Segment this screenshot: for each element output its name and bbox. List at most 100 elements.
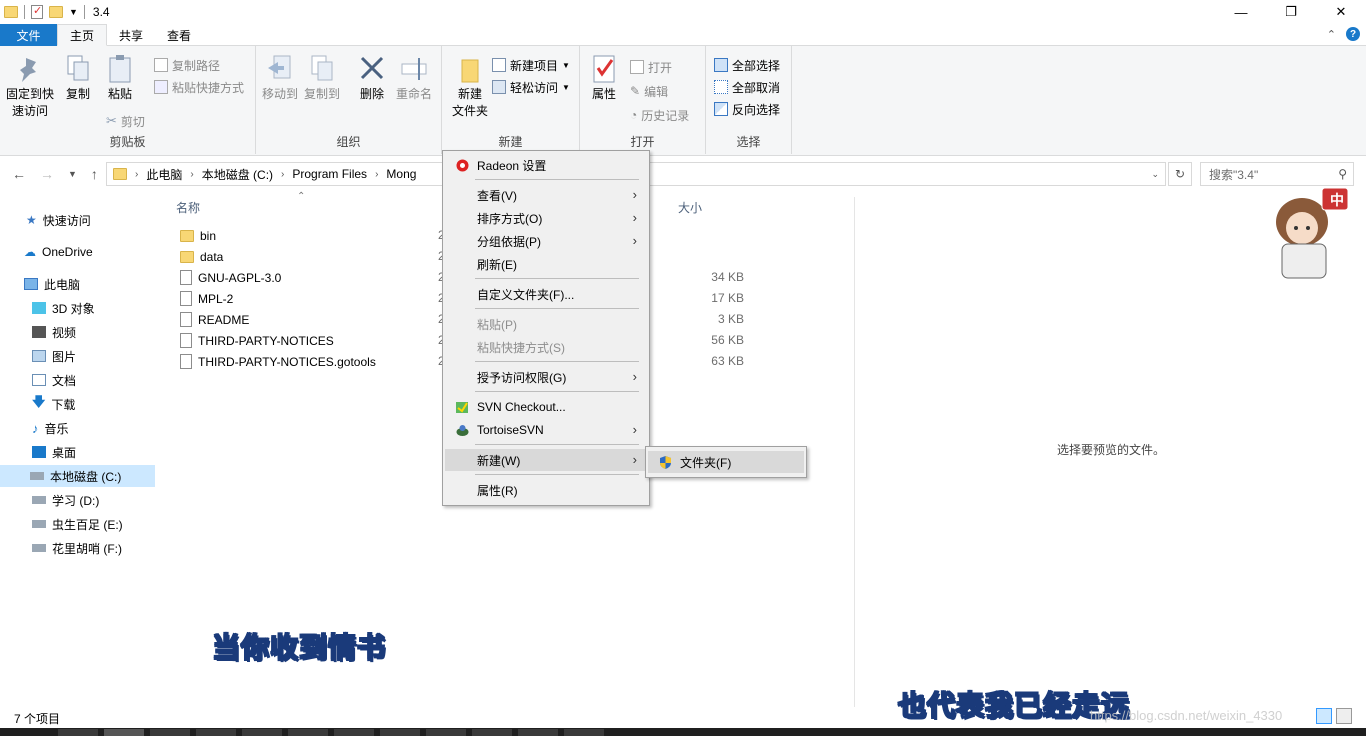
list-item[interactable]: GNU-AGPL-3.0: [180, 267, 281, 288]
menu-item-new[interactable]: 新建(W) ›: [445, 449, 647, 471]
easy-access-button[interactable]: 轻松访问 ▼: [492, 78, 570, 96]
list-item[interactable]: THIRD-PARTY-NOTICES: [180, 330, 334, 351]
large-icons-view-button[interactable]: [1336, 708, 1352, 724]
breadcrumb-program-files[interactable]: Program Files: [292, 167, 367, 181]
nav-documents[interactable]: 文档: [32, 369, 76, 391]
tab-home[interactable]: 主页: [57, 24, 108, 46]
nav-drive-e[interactable]: 虫生百足 (E:): [32, 513, 123, 535]
nav-videos[interactable]: 视频: [32, 321, 76, 343]
nav-this-pc[interactable]: 此电脑: [24, 273, 80, 295]
new-folder-button[interactable]: 新建 文件夹: [452, 54, 488, 120]
copy-path-button[interactable]: 复制路径: [154, 56, 220, 74]
menu-item-tortoisesvn[interactable]: TortoiseSVN ›: [445, 419, 647, 441]
submenu-item-folder[interactable]: 文件夹(F): [648, 451, 804, 473]
group-label-select: 选择: [736, 135, 761, 149]
list-item[interactable]: bin: [180, 225, 216, 246]
list-item[interactable]: README: [180, 309, 249, 330]
new-item-button[interactable]: 新建项目 ▼: [492, 56, 570, 74]
pin-quick-access-button[interactable]: 固定到快 速访问: [6, 54, 54, 120]
maximize-button[interactable]: ❐: [1266, 0, 1316, 24]
tab-file[interactable]: 文件: [0, 24, 57, 46]
breadcrumb-mong[interactable]: Mong: [386, 167, 416, 181]
taskbar-item[interactable]: [334, 729, 374, 736]
close-button[interactable]: ✕: [1316, 0, 1366, 24]
taskbar-item[interactable]: [288, 729, 328, 736]
edit-button[interactable]: ✎ 编辑: [630, 82, 668, 100]
search-icon[interactable]: ⚲: [1338, 167, 1347, 181]
column-header-size[interactable]: 大小: [678, 197, 702, 217]
up-arrow-icon[interactable]: ↑: [91, 166, 98, 182]
back-arrow-icon[interactable]: ←: [12, 166, 26, 182]
nav-music[interactable]: ♪ 音乐: [32, 417, 69, 439]
menu-item-group[interactable]: 分组依据(P) ›: [445, 230, 647, 252]
tab-share[interactable]: 共享: [107, 24, 155, 46]
recent-dropdown-icon[interactable]: ▼: [68, 169, 77, 179]
chevron-up-icon[interactable]: ⌃: [1327, 28, 1336, 41]
tab-view[interactable]: 查看: [155, 24, 203, 46]
menu-item-grant-access[interactable]: 授予访问权限(G) ›: [445, 366, 647, 388]
breadcrumb-this-pc[interactable]: 此电脑: [146, 166, 182, 183]
cut-button[interactable]: ✂ 剪切: [106, 112, 145, 130]
nav-drive-d[interactable]: 学习 (D:): [32, 489, 99, 511]
copy-button[interactable]: 复制: [64, 54, 92, 103]
delete-button[interactable]: 删除: [358, 54, 386, 103]
minimize-button[interactable]: —: [1216, 0, 1266, 24]
search-box[interactable]: 搜索"3.4" ⚲: [1200, 162, 1354, 186]
help-icon[interactable]: ?: [1346, 27, 1360, 41]
nav-3d-objects[interactable]: 3D 对象: [32, 297, 95, 319]
select-all-button[interactable]: 全部选择: [714, 56, 780, 74]
invert-selection-icon: [714, 102, 728, 116]
menu-item-radeon[interactable]: Radeon 设置: [445, 154, 647, 176]
refresh-button[interactable]: ↻: [1168, 162, 1192, 186]
nav-drive-c[interactable]: 本地磁盘 (C:): [0, 465, 155, 487]
nav-downloads[interactable]: 🡇 下载: [32, 393, 75, 415]
taskbar-item[interactable]: [242, 729, 282, 736]
column-header-name[interactable]: 名称: [176, 197, 200, 217]
open-button[interactable]: 打开: [630, 58, 672, 76]
address-dropdown-icon[interactable]: ⌄: [1151, 169, 1159, 180]
nav-onedrive[interactable]: ☁ OneDrive: [24, 241, 93, 263]
menu-item-refresh[interactable]: 刷新(E): [445, 253, 647, 275]
nav-pictures[interactable]: 图片: [32, 345, 76, 367]
taskbar-item[interactable]: [104, 729, 144, 736]
menu-item-sort[interactable]: 排序方式(O) ›: [445, 207, 647, 229]
chevron-down-icon[interactable]: ▼: [69, 7, 78, 17]
move-to-button[interactable]: 移动到: [262, 54, 298, 103]
list-item[interactable]: THIRD-PARTY-NOTICES.gotools: [180, 351, 376, 372]
new-folder-icon[interactable]: [49, 6, 63, 18]
breadcrumb-drive-c[interactable]: 本地磁盘 (C:): [202, 166, 273, 183]
rename-button[interactable]: 重命名: [396, 54, 432, 103]
paste-button[interactable]: 粘贴: [106, 54, 134, 103]
list-item[interactable]: MPL-2: [180, 288, 233, 309]
taskbar-item[interactable]: [380, 729, 420, 736]
paste-shortcut-button[interactable]: 粘贴快捷方式: [154, 78, 244, 96]
nav-drive-f[interactable]: 花里胡哨 (F:): [32, 537, 122, 559]
taskbar-item[interactable]: [150, 729, 190, 736]
taskbar-item[interactable]: [518, 729, 558, 736]
menu-item-view[interactable]: 查看(V) ›: [445, 184, 647, 206]
select-none-button[interactable]: 全部取消: [714, 78, 780, 96]
file-name: THIRD-PARTY-NOTICES: [198, 333, 334, 348]
nav-desktop[interactable]: 桌面: [32, 441, 76, 463]
taskbar-item[interactable]: [472, 729, 512, 736]
taskbar-item[interactable]: [426, 729, 466, 736]
properties-button[interactable]: 属性: [590, 54, 618, 103]
menu-item-customize[interactable]: 自定义文件夹(F)...: [445, 283, 647, 305]
taskbar-item[interactable]: [196, 729, 236, 736]
history-button[interactable]: ◔ 历史记录: [630, 106, 689, 124]
properties-icon[interactable]: [31, 4, 43, 19]
list-item[interactable]: data: [180, 246, 223, 267]
nav-quick-access[interactable]: ★ 快速访问: [26, 209, 91, 231]
taskbar-item[interactable]: [564, 729, 604, 736]
menu-item-svn-checkout[interactable]: SVN Checkout...: [445, 396, 647, 418]
menu-divider: [475, 308, 639, 309]
forward-arrow-icon[interactable]: →: [40, 166, 54, 182]
rename-icon: [401, 58, 427, 80]
ime-indicator[interactable]: 中: [1330, 190, 1344, 210]
copy-to-button[interactable]: 复制到: [304, 54, 340, 103]
details-view-button[interactable]: [1316, 708, 1332, 724]
menu-label: 粘贴快捷方式(S): [477, 340, 565, 355]
menu-item-properties[interactable]: 属性(R): [445, 479, 647, 501]
taskbar-item[interactable]: [58, 729, 98, 736]
invert-selection-button[interactable]: 反向选择: [714, 100, 780, 118]
